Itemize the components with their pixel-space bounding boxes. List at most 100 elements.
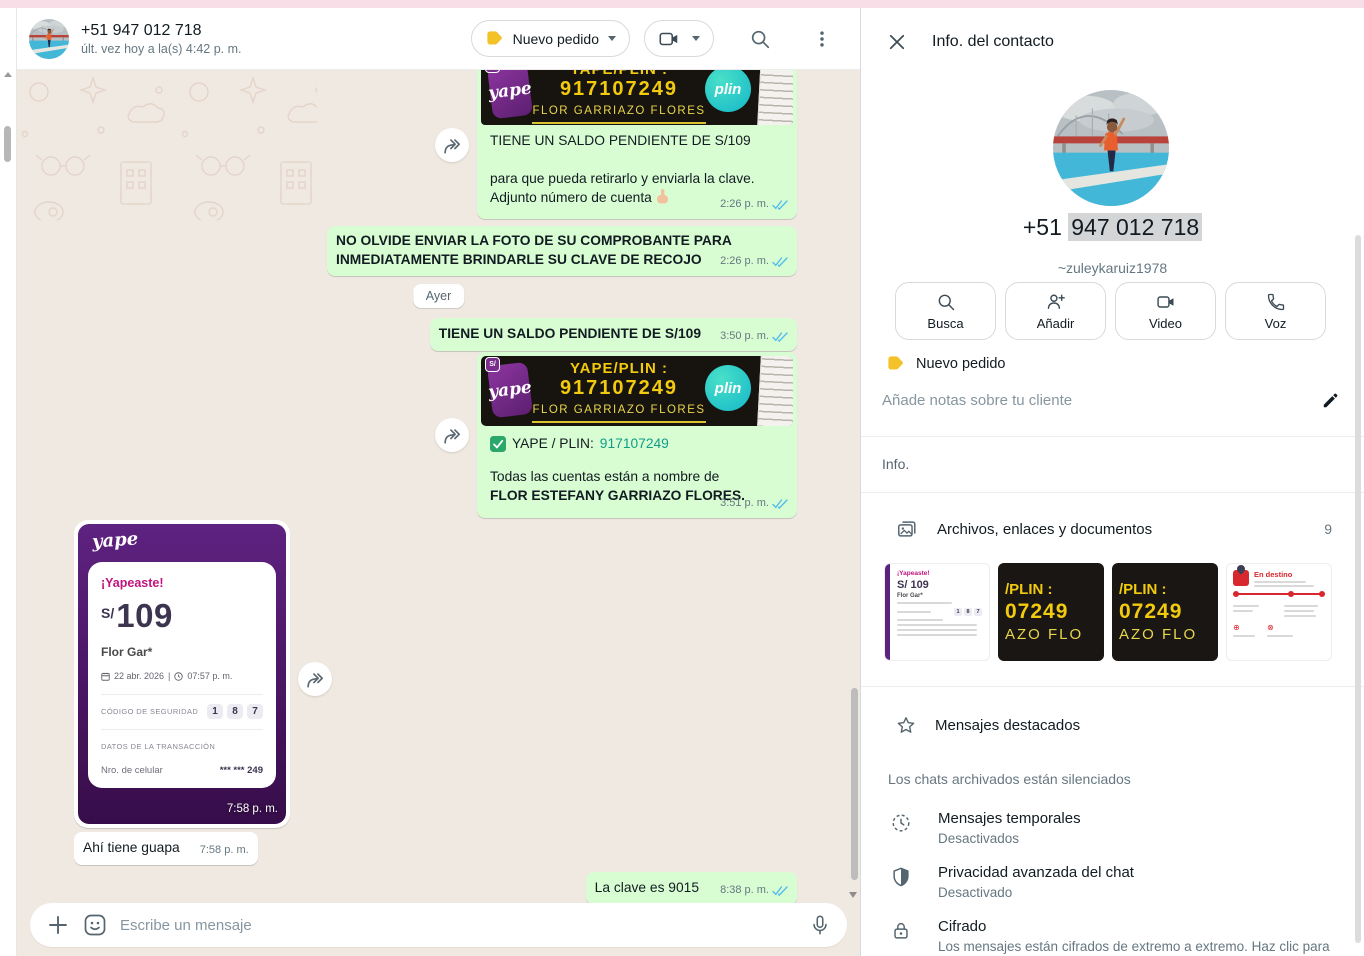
yape-logo-tile: yape bbox=[487, 70, 533, 119]
scrollbar-thumb[interactable] bbox=[4, 126, 11, 162]
outgoing-message[interactable]: La clave es 9015 8:38 p. m. bbox=[586, 872, 797, 905]
outgoing-message[interactable]: S/ yape YAPE/PLIN : 917107249 FLOR GARRI… bbox=[477, 70, 797, 219]
video-call-contact-button[interactable]: Video bbox=[1115, 282, 1216, 340]
message-input[interactable] bbox=[120, 917, 796, 934]
contact-label-row[interactable]: Nuevo pedido bbox=[886, 354, 1006, 373]
disappearing-messages-row[interactable]: Mensajes temporales Desactivados bbox=[890, 810, 1344, 846]
media-files-label: Archivos, enlaces y documentos bbox=[937, 521, 1306, 538]
banner-owner-name: FLOR GARRIAZO FLORES bbox=[532, 401, 705, 423]
receipt-amount: S/109 bbox=[101, 597, 263, 639]
scroll-up-arrow[interactable] bbox=[4, 72, 12, 77]
receipt-greeting: ¡Yapeaste! bbox=[101, 574, 263, 593]
panel-scrollbar-thumb[interactable] bbox=[1355, 235, 1361, 943]
kebab-menu-icon bbox=[812, 29, 832, 49]
yape-plin-banner-image[interactable]: S/ yape YAPE/PLIN : 917107249 FLOR GARRI… bbox=[481, 356, 793, 426]
label-tag-icon bbox=[485, 29, 504, 48]
emoji-sticker-icon[interactable] bbox=[83, 913, 107, 937]
yape-receipt-image[interactable]: yape ¡Yapeaste! S/109 Flor Gar* 22 abr. … bbox=[78, 524, 286, 824]
avatar-image bbox=[1053, 90, 1169, 206]
clock-icon bbox=[174, 672, 183, 681]
contact-username: ~zuleykaruiz1978 bbox=[861, 260, 1364, 276]
video-camera-icon bbox=[658, 28, 680, 50]
chat-list-scroll-rail bbox=[0, 8, 17, 956]
read-receipt-icon bbox=[772, 331, 788, 342]
contact-avatar-large[interactable] bbox=[1053, 90, 1169, 206]
receipt-date: 22 abr. 2026 bbox=[114, 667, 164, 686]
scroll-down-arrow[interactable] bbox=[849, 892, 857, 898]
contact-phone-number: +51 947 012 718 bbox=[861, 214, 1364, 241]
soles-badge: S/ bbox=[485, 70, 500, 73]
contact-label-text: Nuevo pedido bbox=[916, 356, 1006, 372]
timer-icon bbox=[890, 812, 912, 834]
contact-name: +51 947 012 718 bbox=[81, 22, 242, 40]
chat-header-meta[interactable]: +51 947 012 718 últ. vez hoy a la(s) 4:4… bbox=[81, 22, 242, 56]
forward-message-button[interactable] bbox=[435, 418, 469, 452]
starred-messages-label: Mensajes destacados bbox=[935, 717, 1080, 734]
label-dropdown-button[interactable]: Nuevo pedido bbox=[471, 20, 630, 57]
chat-column: +51 947 012 718 últ. vez hoy a la(s) 4:4… bbox=[0, 8, 860, 956]
pencil-icon bbox=[1321, 391, 1340, 410]
lock-icon bbox=[890, 920, 912, 942]
message-time: 7:58 p. m. bbox=[227, 800, 278, 819]
search-contact-button[interactable]: Busca bbox=[895, 282, 996, 340]
microphone-icon[interactable] bbox=[809, 913, 831, 937]
setting-title: Privacidad avanzada del chat bbox=[938, 864, 1134, 881]
price-list-photo bbox=[757, 356, 793, 426]
media-thumb-tracking[interactable]: En destino ⊕ ⊗ bbox=[1226, 563, 1332, 661]
media-thumb-plin-banner[interactable]: /PLIN : 07249 AZO FLO bbox=[998, 563, 1104, 661]
info-section-label: Info. bbox=[882, 456, 909, 472]
starred-messages-row[interactable]: Mensajes destacados bbox=[895, 715, 1080, 736]
close-icon[interactable] bbox=[887, 32, 907, 52]
message-text: para que pueda retirarlo y enviarla la c… bbox=[490, 169, 784, 188]
divider bbox=[861, 436, 1364, 437]
banner-owner-name: FLOR GARRIAZO FLORES bbox=[532, 102, 705, 124]
client-notes-row[interactable]: Añade notas sobre tu cliente bbox=[882, 391, 1340, 410]
phone-number-link[interactable]: 917107249 bbox=[600, 434, 669, 453]
forward-arrow-icon bbox=[441, 135, 463, 155]
media-thumb-plin-banner[interactable]: /PLIN : 07249 AZO FLO bbox=[1112, 563, 1218, 661]
message-text: YAPE / PLIN: bbox=[512, 434, 594, 453]
add-contact-button[interactable]: Añadir bbox=[1005, 282, 1106, 340]
voice-call-contact-button[interactable]: Voz bbox=[1225, 282, 1326, 340]
message-scroll-area[interactable]: S/ yape YAPE/PLIN : 917107249 FLOR GARRI… bbox=[17, 70, 860, 956]
search-icon bbox=[749, 28, 771, 50]
incoming-message[interactable]: yape ¡Yapeaste! S/109 Flor Gar* 22 abr. … bbox=[74, 520, 290, 828]
forward-message-button[interactable] bbox=[435, 128, 469, 162]
search-in-chat-button[interactable] bbox=[740, 19, 780, 59]
outgoing-message[interactable]: NO OLVIDE ENVIAR LA FOTO DE SU COMPROBAN… bbox=[327, 226, 797, 276]
advanced-chat-privacy-row[interactable]: Privacidad avanzada del chat Desactivado bbox=[890, 864, 1344, 900]
incoming-message[interactable]: Ahí tiene guapa 7:58 p. m. bbox=[74, 832, 258, 865]
search-icon bbox=[936, 292, 956, 312]
encryption-row[interactable]: Cifrado Los mensajes están cifrados de e… bbox=[890, 918, 1344, 954]
yape-logo: yape bbox=[91, 529, 138, 551]
selected-phone-text: 947 012 718 bbox=[1068, 213, 1202, 241]
message-time: 7:58 p. m. bbox=[200, 841, 249, 860]
forward-arrow-icon bbox=[304, 669, 326, 689]
yape-plin-banner-image[interactable]: S/ yape YAPE/PLIN : 917107249 FLOR GARRI… bbox=[481, 70, 793, 125]
media-thumb-yape-receipt[interactable]: ¡Yapeaste! S/ 109 Flor Gar* 1 8 7 bbox=[884, 563, 990, 661]
setting-value: Desactivados bbox=[938, 831, 1081, 846]
forward-message-button[interactable] bbox=[298, 662, 332, 696]
contact-avatar[interactable] bbox=[29, 19, 69, 59]
setting-title: Mensajes temporales bbox=[938, 810, 1081, 827]
read-receipt-icon bbox=[772, 885, 788, 896]
media-gallery-icon bbox=[895, 518, 919, 540]
message-text: Adjunto número de cuenta bbox=[490, 190, 652, 205]
outgoing-message[interactable]: S/ yape YAPE/PLIN : 917107249 FLOR GARRI… bbox=[477, 352, 797, 518]
outgoing-message[interactable]: TIENE UN SALDO PENDIENTE DE S/109 3:50 p… bbox=[430, 318, 797, 351]
shield-icon bbox=[890, 866, 912, 888]
chevron-down-icon bbox=[608, 36, 616, 41]
video-call-button[interactable] bbox=[644, 20, 714, 57]
media-files-row[interactable]: Archivos, enlaces y documentos 9 bbox=[895, 518, 1332, 540]
attach-plus-icon[interactable] bbox=[46, 913, 70, 937]
plin-logo: plin bbox=[705, 365, 751, 411]
chat-scrollbar-thumb[interactable] bbox=[851, 688, 858, 880]
chat-menu-button[interactable] bbox=[802, 19, 842, 59]
divider bbox=[861, 686, 1364, 687]
person-add-icon bbox=[1045, 292, 1067, 312]
read-receipt-icon bbox=[772, 256, 788, 267]
read-receipt-icon bbox=[772, 498, 788, 509]
phone-icon bbox=[1266, 292, 1286, 312]
transaction-data-label: DATOS DE LA TRANSACCIÓN bbox=[101, 737, 263, 756]
chat-wallpaper bbox=[17, 70, 317, 220]
